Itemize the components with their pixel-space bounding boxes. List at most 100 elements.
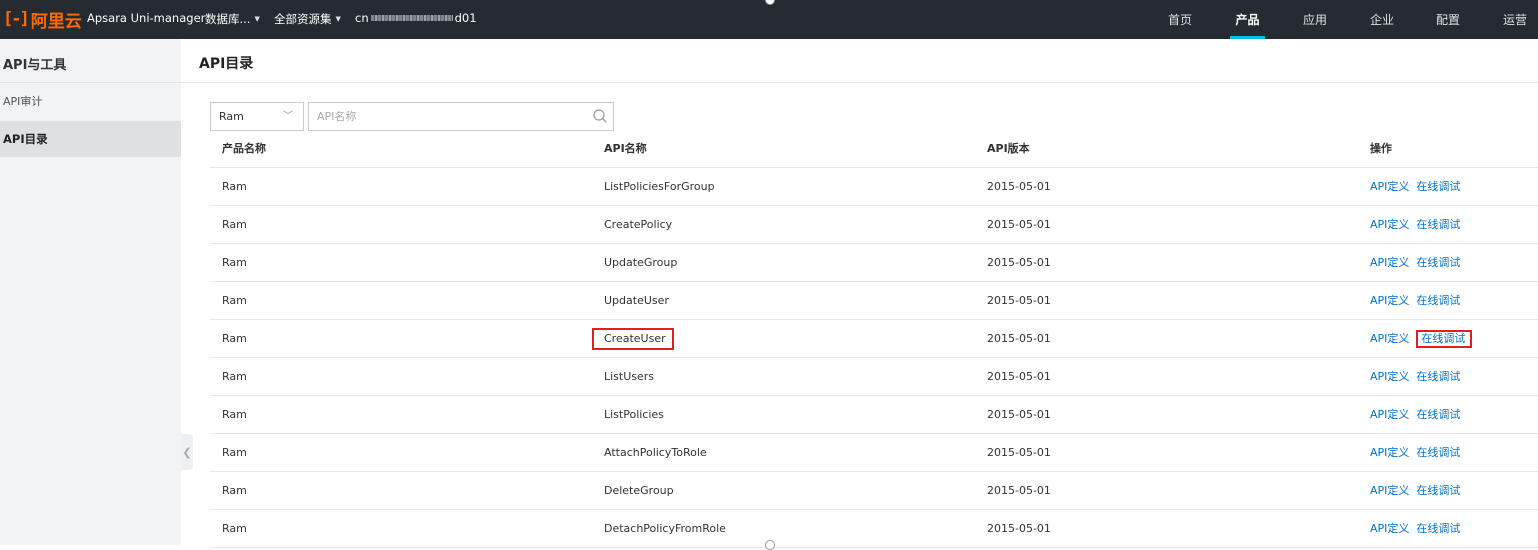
sidebar-item-api-audit[interactable]: API审计: [0, 84, 181, 120]
cell-api-name: AttachPolicyToRole: [604, 446, 707, 459]
scroll-indicator-icon: [765, 540, 775, 550]
header-api-version: API版本: [987, 142, 1030, 155]
resource-set-dropdown[interactable]: 全部资源集 ▼: [274, 11, 341, 27]
sidebar-collapse-button[interactable]: ❮: [181, 434, 193, 470]
logo-text: 阿里云: [30, 11, 82, 32]
table-row: Ram ListPolicies 2015-05-01 API定义 在线调试: [210, 396, 1538, 434]
online-debug-link[interactable]: 在线调试: [1416, 408, 1460, 421]
online-debug-link[interactable]: 在线调试: [1416, 522, 1460, 535]
database-dropdown[interactable]: 数据库... ▼: [205, 11, 260, 27]
api-definition-link[interactable]: API定义: [1370, 446, 1409, 459]
table-row: Ram ListUsers 2015-05-01 API定义 在线调试: [210, 358, 1538, 396]
cell-actions: API定义 在线调试: [1370, 282, 1460, 319]
table-header: 产品名称 API名称 API版本 操作: [210, 130, 1538, 168]
cell-product: Ram: [222, 294, 247, 307]
cell-product: Ram: [222, 446, 247, 459]
cell-actions: API定义 在线调试: [1370, 396, 1460, 433]
api-definition-link[interactable]: API定义: [1370, 332, 1409, 345]
product-select[interactable]: Ram ﹀: [210, 102, 304, 131]
cell-version: 2015-05-01: [987, 408, 1051, 421]
cell-api-name: DetachPolicyFromRole: [604, 522, 726, 535]
online-debug-link[interactable]: 在线调试: [1416, 484, 1460, 497]
online-debug-link[interactable]: 在线调试: [1416, 446, 1460, 459]
cell-version: 2015-05-01: [987, 446, 1051, 459]
online-debug-link-highlighted[interactable]: 在线调试: [1416, 330, 1473, 348]
cell-product: Ram: [222, 332, 247, 345]
cell-actions: API定义 在线调试: [1370, 168, 1460, 205]
nav-applications[interactable]: 应用: [1295, 0, 1335, 39]
api-definition-link[interactable]: API定义: [1370, 484, 1409, 497]
chevron-left-icon: ❮: [182, 445, 192, 459]
api-definition-link[interactable]: API定义: [1370, 294, 1409, 307]
cell-actions: API定义 在线调试: [1370, 472, 1460, 509]
region-selector[interactable]: cn d01: [355, 11, 477, 25]
cell-api-name: UpdateUser: [604, 294, 669, 307]
create-user-api-name: CreateUser: [592, 328, 674, 350]
cell-product: Ram: [222, 522, 247, 535]
cell-actions: API定义 在线调试: [1370, 244, 1460, 281]
cell-version: 2015-05-01: [987, 522, 1051, 535]
cell-api-name: DeleteGroup: [604, 484, 674, 497]
online-debug-link[interactable]: 在线调试: [1416, 218, 1460, 231]
sidebar: API与工具 API审计 API目录: [0, 39, 181, 545]
cell-version: 2015-05-01: [987, 180, 1051, 193]
region-prefix: cn: [355, 11, 369, 25]
nav-products[interactable]: 产品: [1230, 0, 1265, 39]
cell-api-name: ListPoliciesForGroup: [604, 180, 715, 193]
online-debug-link[interactable]: 在线调试: [1416, 370, 1460, 383]
sidebar-item-api-catalog[interactable]: API目录: [0, 121, 181, 157]
cell-version: 2015-05-01: [987, 332, 1051, 345]
api-search-input[interactable]: [309, 103, 579, 130]
cell-api-name: UpdateGroup: [604, 256, 678, 269]
api-definition-link[interactable]: API定义: [1370, 408, 1409, 421]
nav-operations[interactable]: 运营: [1495, 0, 1535, 39]
nav-enterprise[interactable]: 企业: [1362, 0, 1402, 39]
cell-api-name: CreateUser: [592, 320, 674, 357]
table-row: Ram DetachPolicyFromRole 2015-05-01 API定…: [210, 510, 1538, 548]
region-blurred-text: [370, 15, 453, 21]
cell-product: Ram: [222, 256, 247, 269]
cell-api-name: ListUsers: [604, 370, 655, 383]
online-debug-link[interactable]: 在线调试: [1416, 294, 1460, 307]
api-definition-link[interactable]: API定义: [1370, 218, 1409, 231]
region-suffix: d01: [454, 11, 477, 25]
table-row: Ram ListPoliciesForGroup 2015-05-01 API定…: [210, 168, 1538, 206]
header-api-name: API名称: [604, 142, 647, 155]
aliyun-logo[interactable]: [-] 阿里云: [3, 8, 82, 32]
api-definition-link[interactable]: API定义: [1370, 370, 1409, 383]
cell-actions: API定义 在线调试: [1370, 206, 1460, 243]
search-icon[interactable]: [593, 109, 607, 123]
api-definition-link[interactable]: API定义: [1370, 256, 1409, 269]
header-actions: 操作: [1370, 142, 1392, 155]
api-search-box: [308, 102, 614, 131]
cell-product: Ram: [222, 180, 247, 193]
table-row: Ram AttachPolicyToRole 2015-05-01 API定义在…: [210, 434, 1538, 472]
product-select-value: Ram: [219, 110, 244, 123]
cell-actions: API定义 在线调试: [1370, 434, 1460, 471]
page-title: API目录: [199, 56, 254, 72]
nav-home[interactable]: 首页: [1160, 0, 1200, 39]
cell-version: 2015-05-01: [987, 484, 1051, 497]
title-divider: [181, 82, 1538, 83]
cell-product: Ram: [222, 408, 247, 421]
logo-mark-icon: [-]: [3, 9, 30, 29]
cell-version: 2015-05-01: [987, 256, 1051, 269]
product-name: Apsara Uni-manager: [87, 11, 206, 25]
api-table: 产品名称 API名称 API版本 操作 Ram ListPoliciesForG…: [210, 130, 1538, 548]
table-row-highlighted: Ram CreateUser 2015-05-01 API定义 在线调试: [210, 320, 1538, 358]
table-row: Ram CreatePolicy 2015-05-01 API定义 在线调试: [210, 206, 1538, 244]
nav-config[interactable]: 配置: [1428, 0, 1468, 39]
api-definition-link[interactable]: API定义: [1370, 522, 1409, 535]
cell-product: Ram: [222, 484, 247, 497]
chevron-down-icon: ﹀: [283, 111, 293, 122]
cell-api-name: CreatePolicy: [604, 218, 673, 231]
cell-actions: API定义 在线调试: [1370, 320, 1473, 357]
cell-version: 2015-05-01: [987, 218, 1051, 231]
online-debug-link[interactable]: 在线调试: [1416, 256, 1460, 269]
caret-down-icon: ▼: [254, 15, 260, 23]
cell-version: 2015-05-01: [987, 294, 1051, 307]
online-debug-link[interactable]: 在线调试: [1416, 180, 1460, 193]
cell-product: Ram: [222, 218, 247, 231]
api-definition-link[interactable]: API定义: [1370, 180, 1409, 193]
cell-actions: API定义 在线调试: [1370, 510, 1460, 547]
